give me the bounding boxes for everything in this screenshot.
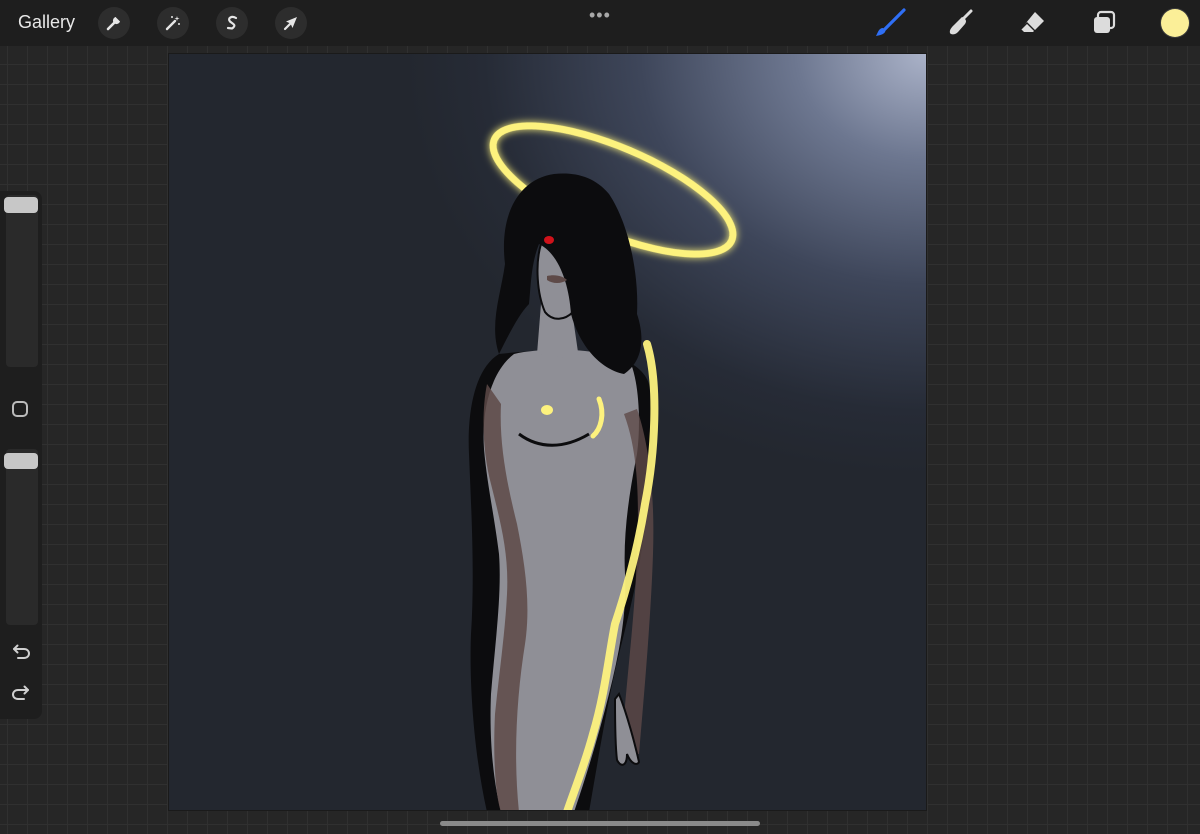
drawing-canvas[interactable] xyxy=(168,53,927,811)
top-toolbar: Gallery ••• xyxy=(0,0,1200,46)
selection-button[interactable] xyxy=(216,7,248,39)
redo-icon xyxy=(11,685,29,700)
adjustments-button[interactable] xyxy=(157,7,189,39)
modify-button[interactable] xyxy=(12,401,28,417)
layers-icon xyxy=(1094,10,1116,33)
brush-icon xyxy=(876,8,906,36)
undo-icon xyxy=(13,644,31,659)
brush-size-slider[interactable] xyxy=(4,195,38,367)
home-indicator[interactable] xyxy=(440,821,760,826)
undo-button[interactable] xyxy=(9,641,33,665)
actions-button[interactable] xyxy=(98,7,130,39)
redo-button[interactable] xyxy=(9,682,33,706)
selection-s-icon xyxy=(226,15,238,30)
smudge-icon xyxy=(949,9,973,35)
chest-highlight xyxy=(541,405,553,415)
artwork xyxy=(468,122,737,810)
magic-wand-icon xyxy=(165,16,180,31)
wrench-icon xyxy=(106,15,122,31)
layers-button[interactable] xyxy=(1086,6,1122,40)
transform-button[interactable] xyxy=(275,7,307,39)
more-options-button[interactable]: ••• xyxy=(589,5,611,26)
gallery-button[interactable]: Gallery xyxy=(18,12,75,33)
opacity-slider[interactable] xyxy=(4,449,38,625)
smudge-tool-button[interactable] xyxy=(943,6,979,40)
eye xyxy=(544,236,554,244)
brush-tool-button[interactable] xyxy=(872,6,908,40)
arrow-cursor-icon xyxy=(283,17,297,31)
color-picker-button[interactable] xyxy=(1161,9,1189,37)
eraser-tool-button[interactable] xyxy=(1014,6,1050,40)
brush-size-thumb[interactable] xyxy=(4,197,38,213)
opacity-thumb[interactable] xyxy=(4,453,38,469)
eraser-icon xyxy=(1020,12,1044,32)
left-sidebar xyxy=(0,191,42,719)
